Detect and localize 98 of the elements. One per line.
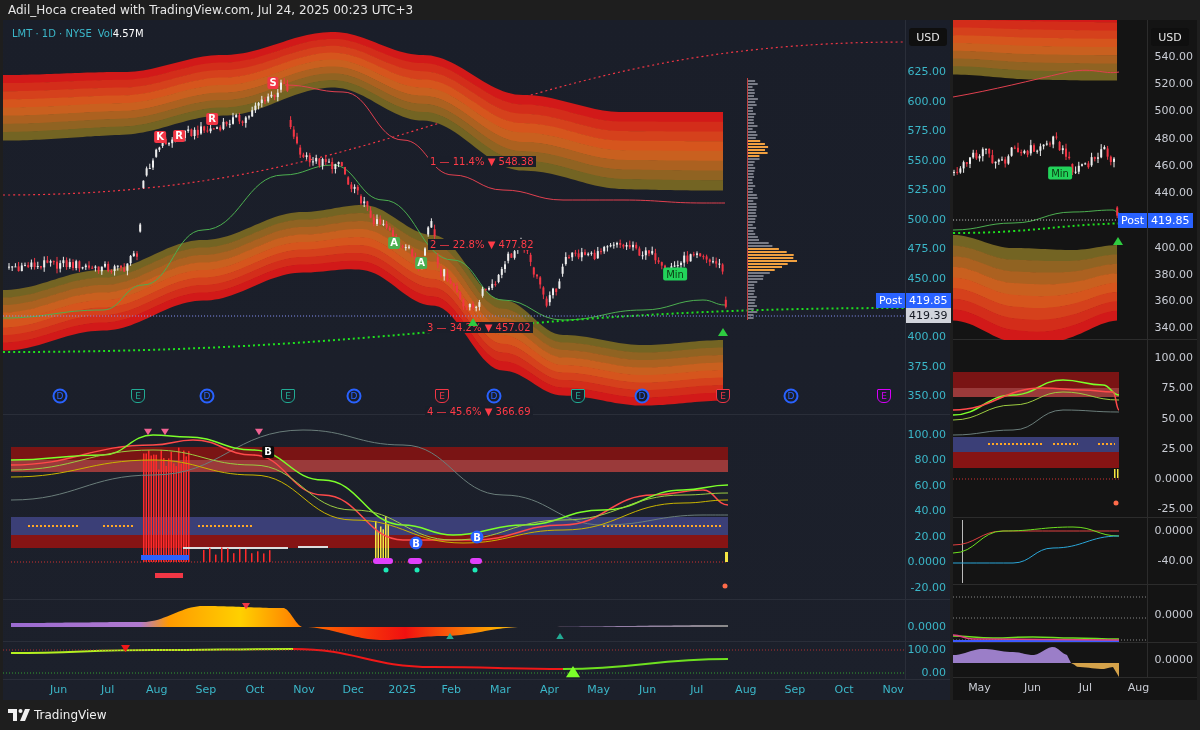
price-axis-label: 400.00 — [1154, 241, 1193, 255]
price-axis-label: 475.00 — [907, 242, 946, 256]
price-axis-label: 20.00 — [914, 530, 946, 544]
price-axis-label: 0.0000 — [1154, 472, 1193, 486]
time-axis-label: Oct — [244, 682, 266, 698]
fibonacci-label: 4 — 45.6% ▼ 366.69 — [425, 406, 533, 417]
time-axis-label: Jun — [1022, 680, 1043, 696]
signal-label: K — [154, 131, 166, 143]
price-axis-label: 0.0000 — [1154, 653, 1193, 667]
earnings-marker: E — [716, 389, 730, 403]
price-axis-label: 60.00 — [914, 479, 946, 493]
price-axis-label: 375.00 — [907, 359, 946, 374]
chart-caption: Adil_Hoca created with TradingView.com, Jul 24, 2025 00:23 UTC+3 — [8, 3, 414, 17]
dividend-marker: D — [486, 388, 502, 404]
price-axis-label: 80.00 — [914, 453, 946, 467]
time-axis-label: Mar — [489, 682, 512, 698]
price-axis-label: 600.00 — [907, 94, 946, 109]
price-axis-label: 500.00 — [1154, 104, 1193, 118]
price-axis-label: 0.0000 — [1154, 524, 1193, 538]
price-axis-label: 550.00 — [907, 153, 946, 168]
price-axis-label: 100.00 — [907, 428, 946, 442]
price-axis-label: 450.00 — [907, 271, 946, 286]
price-axis-label: 0.0000 — [1154, 608, 1193, 622]
price-axis-label: 500.00 — [907, 212, 946, 227]
time-axis-label: Nov — [881, 682, 905, 698]
signal-label: Min — [1048, 166, 1072, 180]
price-tag: 419.85 — [906, 293, 951, 308]
time-axis-label: Jun — [48, 682, 69, 698]
price-axis-label: 0.00 — [921, 666, 946, 680]
time-axis-label: Sep — [194, 682, 218, 698]
earnings-marker: E — [281, 389, 295, 403]
time-axis-label: Aug — [1126, 680, 1151, 696]
price-axis-label: 625.00 — [907, 65, 946, 79]
price-axis-label: 575.00 — [907, 124, 946, 138]
price-axis-label: 40.00 — [914, 504, 946, 518]
currency-button[interactable]: USD — [909, 28, 947, 46]
signal-label: Min — [663, 267, 687, 281]
price-axis-label: 25.00 — [1161, 442, 1193, 456]
time-axis-label: Feb — [440, 682, 463, 698]
signal-label: R — [206, 113, 218, 125]
time-axis-label: Jul — [688, 682, 705, 698]
time-axis-label: Sep — [783, 682, 807, 698]
dividend-marker: D — [346, 388, 362, 404]
price-axis-label: 460.00 — [1154, 159, 1193, 173]
time-axis-label: Dec — [341, 682, 365, 698]
price-axis-label: 480.00 — [1154, 132, 1193, 146]
dividend-marker: D — [783, 388, 799, 404]
symbol-label: LMT · 1D · NYSE — [12, 28, 92, 39]
signal-label: S — [267, 77, 279, 89]
fibonacci-label: 2 — 22.8% ▼ 477.82 — [428, 239, 536, 250]
earnings-marker: E — [571, 389, 585, 403]
price-axis-label: -20.00 — [910, 581, 946, 595]
price-axis-label: 350.00 — [907, 389, 946, 403]
time-axis-label: Nov — [292, 682, 316, 698]
price-axis-label: 520.00 — [1154, 77, 1193, 91]
volume-label: Vol — [97, 28, 113, 39]
brand-name: TradingView — [34, 708, 107, 722]
price-axis-label: 50.00 — [1161, 412, 1193, 426]
price-axis-label: 100.00 — [907, 643, 946, 657]
time-axis-label: May — [586, 682, 611, 698]
price-axis-label: 0.0000 — [907, 620, 946, 634]
time-axis-label: Aug — [145, 682, 169, 698]
price-axis-label: 360.00 — [1154, 294, 1193, 308]
earnings-marker: E — [131, 389, 145, 403]
earnings-marker: E — [435, 389, 449, 403]
price-axis-label: 540.00 — [1154, 50, 1193, 64]
price-axis-label: 380.00 — [1154, 268, 1193, 282]
currency-button[interactable]: USD — [1151, 28, 1189, 46]
time-axis-label: May — [967, 680, 992, 696]
price-axis-label: 0.0000 — [907, 555, 946, 569]
signal-label: A — [415, 257, 427, 269]
time-axis-label: Jun — [637, 682, 658, 698]
price-axis-label: 340.00 — [1154, 321, 1193, 335]
price-axis-label: 525.00 — [907, 183, 946, 197]
price-axis-label: 75.00 — [1161, 381, 1193, 395]
earnings-marker: E — [877, 389, 891, 403]
signal-label: R — [173, 130, 185, 142]
time-axis-label: Aug — [734, 682, 758, 698]
time-axis-label: Apr — [538, 682, 560, 698]
price-tag: 419.85 — [1148, 213, 1193, 228]
post-market-label: Post — [1118, 213, 1147, 228]
time-axis-label: Oct — [833, 682, 855, 698]
time-axis-label: Jul — [1077, 680, 1094, 696]
price-axis-label: 100.00 — [1154, 351, 1193, 365]
time-axis-label: Jul — [99, 682, 116, 698]
price-axis-label: 440.00 — [1154, 186, 1193, 200]
signal-label: A — [388, 237, 400, 249]
price-tag: 419.39 — [906, 308, 951, 323]
fibonacci-label: 1 — 11.4% ▼ 548.38 — [428, 156, 536, 167]
dividend-marker: D — [199, 388, 215, 404]
price-axis-label: 400.00 — [907, 330, 946, 344]
post-market-label: Post — [876, 293, 905, 308]
price-axis-label: -25.00 — [1157, 502, 1193, 516]
volume-value: 4.57M — [112, 28, 144, 39]
dividend-marker: D — [52, 388, 68, 404]
time-axis-label: 2025 — [387, 682, 418, 698]
price-axis-label: -40.00 — [1157, 554, 1193, 568]
signal-label: B — [262, 446, 274, 458]
